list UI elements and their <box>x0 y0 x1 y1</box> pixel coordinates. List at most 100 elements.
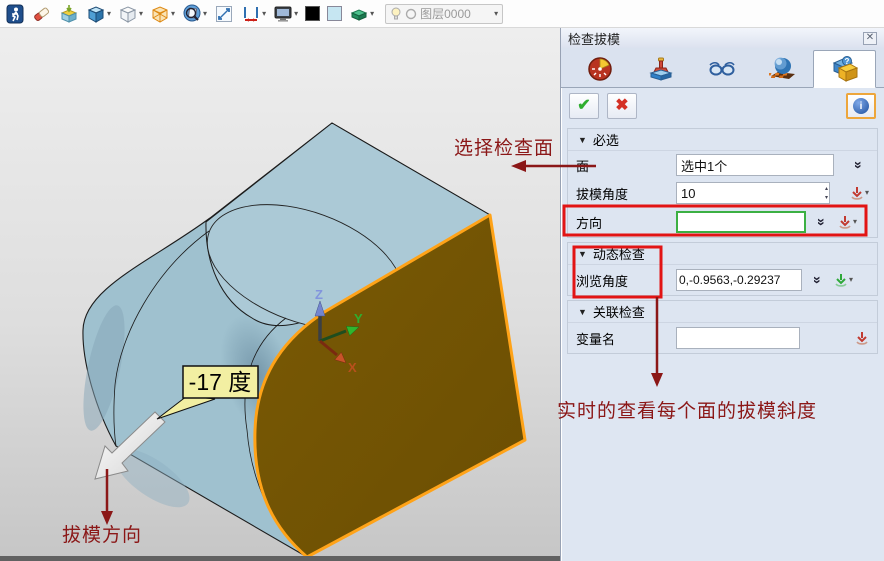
section-dynamic-header[interactable]: ▼ 动态检查 <box>568 243 877 265</box>
shaded-cube-icon <box>86 4 106 24</box>
draft-check-icon: ? <box>830 55 860 83</box>
row-face: 面 » <box>568 151 877 179</box>
zoom-region-icon[interactable]: ▾ <box>180 2 209 26</box>
top-toolbar: ▾ ▾ ▾ ▾ <box>0 0 884 28</box>
row-variable-name: 变量名 <box>568 323 877 353</box>
browse-angle-input[interactable] <box>676 269 802 291</box>
row-direction: 方向 » ▾ <box>568 207 877 237</box>
dialog-actions: ✔ ✖ i <box>561 88 884 124</box>
layer-object-icon[interactable]: ▾ <box>347 2 376 26</box>
wireframe-cube-icon[interactable]: ▾ <box>116 2 145 26</box>
app-window: ▾ ▾ ▾ ▾ <box>0 0 884 561</box>
section-required: ▼ 必选 面 » 拔模角度 ▴ ▾ ▾ <box>567 128 878 238</box>
caret-down-icon[interactable]: ▾ <box>849 276 853 284</box>
ok-button[interactable]: ✔ <box>569 93 599 119</box>
tab-glasses[interactable] <box>691 51 752 87</box>
dialog-title: 检查拔模 <box>568 29 620 48</box>
variable-name-label: 变量名 <box>576 329 676 348</box>
caret-down-icon[interactable]: ▾ <box>494 10 498 18</box>
dimension-icon <box>241 4 261 24</box>
layer-name: 图层0000 <box>420 5 490 22</box>
section-view-icon[interactable] <box>57 2 81 26</box>
axis-y-label: Y <box>354 311 363 326</box>
tab-draft-check[interactable]: ? <box>813 50 876 88</box>
caret-down-icon[interactable]: ▾ <box>370 10 374 18</box>
annotation-draft-direction: 拔模方向 <box>62 520 142 547</box>
input-source-red-icon[interactable] <box>838 215 852 230</box>
section-required-title: 必选 <box>593 130 619 149</box>
draft-check-dialog: 检查拔模 ✕ <box>560 28 884 561</box>
caret-down-icon[interactable]: ▾ <box>853 218 857 226</box>
caret-down-icon[interactable]: ▾ <box>171 10 175 18</box>
collapse-triangle-icon: ▼ <box>578 249 587 259</box>
dimension-icon[interactable]: ▾ <box>239 2 268 26</box>
wireframe-cube-icon <box>118 4 138 24</box>
section-linked-title: 关联检查 <box>593 302 645 321</box>
dialog-titlebar[interactable]: 检查拔模 ✕ <box>561 28 884 48</box>
angle-callout-label: -17 度 <box>189 369 252 395</box>
exit-icon <box>5 4 25 24</box>
caret-down-icon[interactable]: ▾ <box>865 189 869 197</box>
tab-stamp[interactable] <box>630 51 691 87</box>
row-browse-angle: 浏览角度 » ▾ <box>568 265 877 295</box>
tab-gauge[interactable] <box>569 51 630 87</box>
section-linked-check: ▼ 关联检查 变量名 <box>567 300 878 354</box>
caret-down-icon[interactable]: ▾ <box>107 10 111 18</box>
layer-object-icon <box>349 4 369 24</box>
input-source-red-icon[interactable] <box>850 186 864 201</box>
exit-icon[interactable] <box>3 2 27 26</box>
section-linked-header[interactable]: ▼ 关联检查 <box>568 301 877 323</box>
expand-chevron-icon[interactable]: » <box>812 212 832 232</box>
caret-down-icon[interactable]: ▾ <box>262 10 266 18</box>
fit-window-icon[interactable] <box>212 2 236 26</box>
info-button[interactable]: i <box>846 93 876 119</box>
input-source-red-icon[interactable] <box>855 331 869 346</box>
render-sphere-icon <box>769 56 797 82</box>
gauge-icon <box>587 56 613 82</box>
shaded-cube-icon[interactable]: ▾ <box>84 2 113 26</box>
eraser-icon <box>32 4 52 24</box>
display-mode-icon <box>273 4 293 24</box>
browse-angle-label: 浏览角度 <box>576 271 676 290</box>
expand-chevron-icon[interactable]: » <box>849 155 869 175</box>
input-source-green-icon[interactable] <box>834 273 848 288</box>
section-dynamic-check: ▼ 动态检查 浏览角度 » ▾ <box>567 242 878 296</box>
section-required-header[interactable]: ▼ 必选 <box>568 129 877 151</box>
spinner[interactable]: ▴ ▾ <box>825 184 828 202</box>
section-dynamic-title: 动态检查 <box>593 244 645 263</box>
close-icon[interactable]: ✕ <box>863 32 877 45</box>
blue-swatch[interactable] <box>325 2 344 26</box>
orange-wireframe-icon <box>150 4 170 24</box>
cancel-button[interactable]: ✖ <box>607 93 637 119</box>
draft-angle-input[interactable] <box>676 182 830 204</box>
direction-label: 方向 <box>576 213 676 232</box>
eraser-icon[interactable] <box>30 2 54 26</box>
black-swatch[interactable] <box>303 2 322 26</box>
caret-down-icon[interactable]: ▾ <box>139 10 143 18</box>
axis-z-label: Z <box>315 287 323 302</box>
layer-selector[interactable]: 图层0000 ▾ <box>385 4 503 24</box>
display-mode-icon[interactable]: ▾ <box>271 2 300 26</box>
collapse-triangle-icon: ▼ <box>578 135 587 145</box>
bulb-icon <box>390 7 402 21</box>
face-input[interactable] <box>676 154 834 176</box>
info-icon: i <box>853 98 869 114</box>
caret-down-icon[interactable]: ▾ <box>294 10 298 18</box>
spinner-down-icon: ▾ <box>825 193 828 202</box>
zoom-region-icon <box>182 4 202 24</box>
row-draft-angle: 拔模角度 ▴ ▾ ▾ <box>568 179 877 207</box>
direction-input[interactable] <box>676 211 806 233</box>
caret-down-icon[interactable]: ▾ <box>203 10 207 18</box>
stamp-icon <box>648 56 674 82</box>
circle-icon <box>405 8 417 20</box>
face-label: 面 <box>576 156 676 175</box>
tab-render-sphere[interactable] <box>752 51 813 87</box>
orange-wireframe-icon[interactable]: ▾ <box>148 2 177 26</box>
expand-chevron-icon[interactable]: » <box>808 270 828 290</box>
spinner-up-icon: ▴ <box>825 184 828 193</box>
viewport-bottom-edge <box>0 556 560 561</box>
black-swatch <box>305 6 320 21</box>
dialog-tabstrip: ? <box>561 48 884 88</box>
section-view-icon <box>59 4 79 24</box>
variable-name-input[interactable] <box>676 327 800 349</box>
